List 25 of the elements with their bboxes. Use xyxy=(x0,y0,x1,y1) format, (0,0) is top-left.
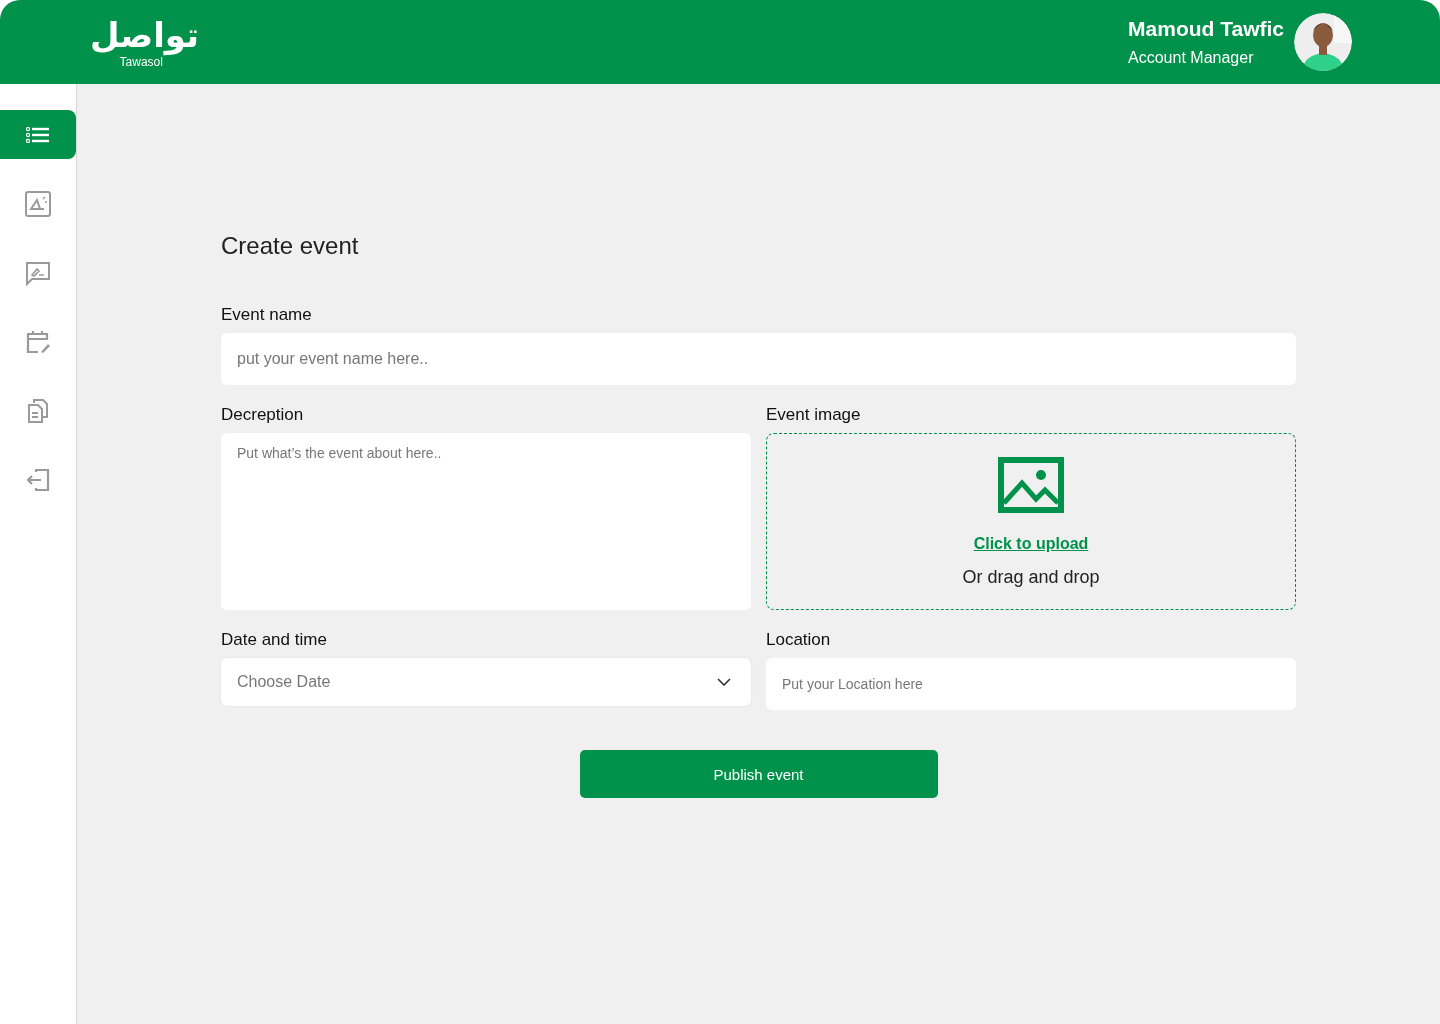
field-label: Event image xyxy=(766,405,862,425)
field-label: Date and time xyxy=(221,630,328,650)
field-label: Event name xyxy=(221,305,313,325)
chevron-down-icon xyxy=(717,678,731,686)
user-name: Mamoud Tawfic xyxy=(1128,17,1284,41)
logo-caption: Tawasol xyxy=(119,56,163,69)
page-title: Create event xyxy=(221,232,360,260)
date-dropdown[interactable]: Choose Date xyxy=(221,658,751,706)
input-field[interactable]: put your event name here.. xyxy=(221,333,1296,385)
upload-hint: Or drag and drop xyxy=(962,567,1100,588)
input-field[interactable]: Put your Location here xyxy=(766,658,1296,710)
field-label: Decreption xyxy=(221,405,305,425)
logout-icon xyxy=(25,467,51,492)
user-role: Account Manager xyxy=(1128,49,1254,67)
text-area[interactable]: Put what’s the event about here.. xyxy=(221,433,751,610)
image-icon xyxy=(998,457,1064,513)
nav-item-active[interactable] xyxy=(0,110,76,159)
calendar-edit-icon xyxy=(25,328,51,355)
list-icon xyxy=(26,126,50,143)
comment-icon xyxy=(25,259,51,286)
documents-icon xyxy=(26,397,50,424)
upload-link[interactable]: Click to upload xyxy=(973,535,1089,553)
upload-dropzone[interactable]: Click to upload Or drag and drop xyxy=(766,433,1296,610)
publish-button[interactable]: Publish event xyxy=(579,750,938,798)
field-label: Location xyxy=(766,630,832,650)
